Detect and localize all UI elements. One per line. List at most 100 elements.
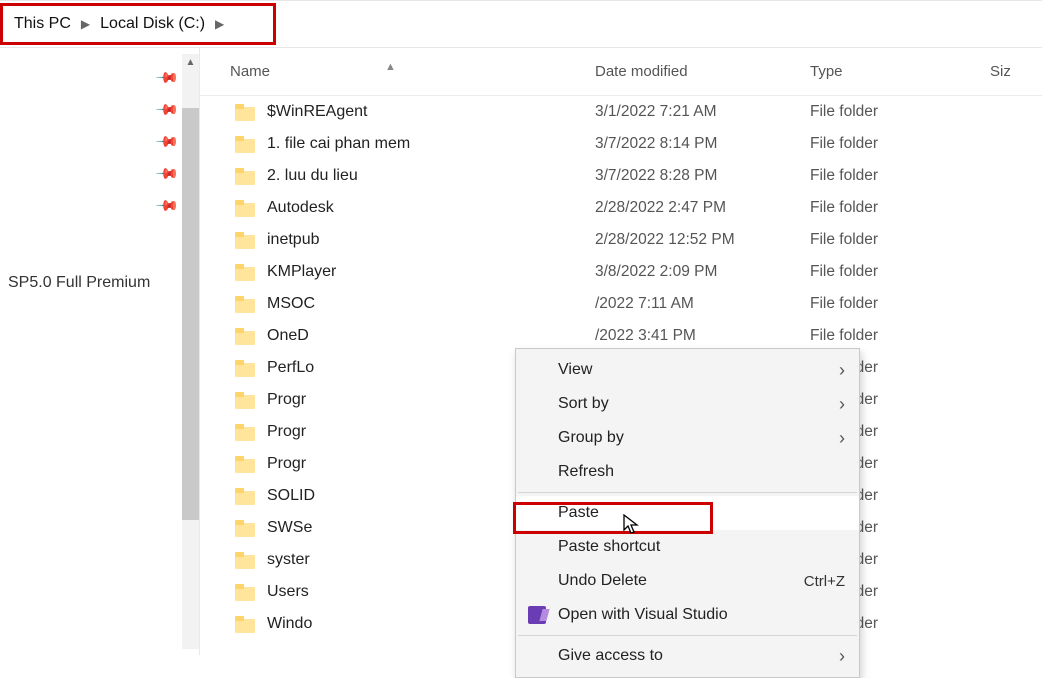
file-name: syster <box>267 551 310 569</box>
file-type: File folder <box>800 135 980 153</box>
file-date: /2022 3:41 PM <box>585 327 800 345</box>
chevron-right-icon[interactable]: ▶ <box>215 17 224 31</box>
pinned-item[interactable]: 📌 <box>0 94 199 126</box>
sidebar-item[interactable]: SP5.0 Full Premium <box>0 272 199 294</box>
menu-sort-by[interactable]: Sort by › <box>516 387 859 421</box>
file-date: 2/28/2022 12:52 PM <box>585 231 800 249</box>
file-date: 3/7/2022 8:28 PM <box>585 167 800 185</box>
scrollbar-thumb[interactable] <box>182 108 199 520</box>
table-row[interactable]: KMPlayer3/8/2022 2:09 PMFile folder <box>200 256 1042 288</box>
folder-icon <box>235 104 255 121</box>
folder-icon <box>235 584 255 601</box>
folder-icon <box>235 424 255 441</box>
file-name: 2. luu du lieu <box>267 167 358 185</box>
folder-icon <box>235 360 255 377</box>
breadcrumb-drive[interactable]: Local Disk (C:) <box>94 15 211 33</box>
column-headers: Name ▲ Date modified Type Siz <box>200 48 1042 96</box>
menu-view[interactable]: View › <box>516 353 859 387</box>
menu-separator <box>518 492 857 493</box>
chevron-right-icon: › <box>839 394 845 415</box>
menu-paste-shortcut[interactable]: Paste shortcut <box>516 530 859 564</box>
file-type: File folder <box>800 295 980 313</box>
scroll-up-icon[interactable]: ▲ <box>182 54 199 71</box>
file-name: Users <box>267 583 309 601</box>
chevron-right-icon[interactable]: ▶ <box>81 17 90 31</box>
menu-paste[interactable]: Paste <box>516 496 859 530</box>
table-row[interactable]: Autodesk2/28/2022 2:47 PMFile folder <box>200 192 1042 224</box>
folder-icon <box>235 296 255 313</box>
file-type: File folder <box>800 231 980 249</box>
pinned-item[interactable]: 📌 <box>0 126 199 158</box>
file-name: Autodesk <box>267 199 334 217</box>
file-name: OneD <box>267 327 309 345</box>
file-type: File folder <box>800 263 980 281</box>
column-size[interactable]: Siz <box>980 63 1042 80</box>
file-type: File folder <box>800 167 980 185</box>
file-date: 3/7/2022 8:14 PM <box>585 135 800 153</box>
file-type: File folder <box>800 327 980 345</box>
menu-label: Refresh <box>558 463 614 481</box>
menu-label: Paste <box>558 504 599 522</box>
chevron-right-icon: › <box>839 428 845 449</box>
navigation-pane[interactable]: ▲ 📌 📌 📌 📌 📌 SP5.0 Full Premium <box>0 48 200 655</box>
menu-refresh[interactable]: Refresh <box>516 455 859 489</box>
file-name: PerfLo <box>267 359 314 377</box>
table-row[interactable]: 2. luu du lieu 3/7/2022 8:28 PMFile folde… <box>200 160 1042 192</box>
pinned-item[interactable]: 📌 <box>0 158 199 190</box>
context-menu: View › Sort by › Group by › Refresh Paste P… <box>515 348 860 678</box>
menu-hotkey: Ctrl+Z <box>804 573 845 590</box>
table-row[interactable]: 1. file cai phan mem 3/7/2022 8:14 PMFile… <box>200 128 1042 160</box>
menu-label: Sort by <box>558 395 609 413</box>
file-list[interactable]: Name ▲ Date modified Type Siz $WinREAgen… <box>200 48 1042 655</box>
file-name: Windo <box>267 615 312 633</box>
file-name: Progr <box>267 391 306 409</box>
folder-icon <box>235 200 255 217</box>
visual-studio-icon <box>526 604 548 626</box>
folder-icon <box>235 392 255 409</box>
file-date: 3/8/2022 2:09 PM <box>585 263 800 281</box>
menu-undo-delete[interactable]: Undo Delete Ctrl+Z <box>516 564 859 598</box>
table-row[interactable]: $WinREAgent3/1/2022 7:21 AMFile folder <box>200 96 1042 128</box>
folder-icon <box>235 552 255 569</box>
folder-icon <box>235 232 255 249</box>
menu-label: Paste shortcut <box>558 538 660 556</box>
folder-icon <box>235 520 255 537</box>
menu-label: Undo Delete <box>558 572 647 590</box>
file-name: SOLID <box>267 487 315 505</box>
column-date[interactable]: Date modified <box>585 63 800 80</box>
column-type[interactable]: Type <box>800 63 980 80</box>
folder-icon <box>235 328 255 345</box>
pinned-item[interactable]: 📌 <box>0 190 199 222</box>
column-name[interactable]: Name ▲ <box>200 63 585 80</box>
file-name: MSOC <box>267 295 315 313</box>
pinned-item[interactable]: 📌 <box>0 62 199 94</box>
menu-open-visual-studio[interactable]: Open with Visual Studio <box>516 598 859 632</box>
menu-label: View <box>558 361 592 379</box>
file-name: inetpub <box>267 231 320 249</box>
menu-label: Group by <box>558 429 624 447</box>
breadcrumb[interactable]: This PC ▶ Local Disk (C:) ▶ <box>0 0 1042 48</box>
file-name: SWSe <box>267 519 312 537</box>
file-name: Progr <box>267 455 306 473</box>
file-date: 3/1/2022 7:21 AM <box>585 103 800 121</box>
pin-icon: 📌 <box>155 161 181 187</box>
file-date: /2022 7:11 AM <box>585 295 800 313</box>
sort-asc-icon: ▲ <box>385 61 396 73</box>
table-row[interactable]: inetpub 2/28/2022 12:52 PMFile folder <box>200 224 1042 256</box>
folder-icon <box>235 456 255 473</box>
folder-icon <box>235 168 255 185</box>
menu-label: Give access to <box>558 647 663 665</box>
pin-icon: 📌 <box>155 129 181 155</box>
file-date: 2/28/2022 2:47 PM <box>585 199 800 217</box>
folder-icon <box>235 616 255 633</box>
file-name: 1. file cai phan mem <box>267 135 410 153</box>
menu-group-by[interactable]: Group by › <box>516 421 859 455</box>
folder-icon <box>235 136 255 153</box>
table-row[interactable]: MSOC/2022 7:11 AMFile folder <box>200 288 1042 320</box>
menu-give-access-to[interactable]: Give access to› <box>516 639 859 673</box>
file-type: File folder <box>800 103 980 121</box>
menu-label: Open with Visual Studio <box>558 606 728 624</box>
chevron-right-icon: › <box>839 360 845 381</box>
pin-icon: 📌 <box>155 193 181 219</box>
breadcrumb-root[interactable]: This PC <box>8 15 77 33</box>
